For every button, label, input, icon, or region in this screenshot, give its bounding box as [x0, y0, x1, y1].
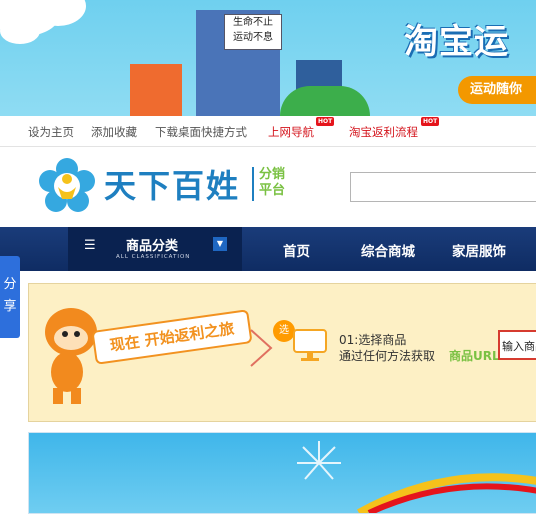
link-rebate-process[interactable]: 淘宝返利流程	[349, 124, 418, 140]
logo-subtitle-line: 平台	[259, 183, 286, 198]
search-input[interactable]	[350, 172, 536, 202]
logo-row: 天下百姓 分销 平台	[0, 147, 536, 227]
link-add-favorite[interactable]: 添加收藏	[91, 124, 137, 140]
nav-item-home-apparel[interactable]: 家居服饰	[452, 240, 506, 260]
logo-divider	[252, 167, 254, 201]
banner-sign-line: 运动不息	[233, 32, 273, 43]
hot-badge: HOT	[421, 117, 440, 126]
bottom-banner[interactable]	[28, 432, 536, 514]
link-set-homepage[interactable]: 设为主页	[28, 124, 74, 140]
banner-sign: 生命不止 运动不息	[224, 14, 282, 50]
chevron-down-icon: ▼	[213, 237, 227, 251]
top-links-bar: 设为主页 添加收藏 下载桌面快捷方式 上网导航 HOT 淘宝返利流程 HOT	[0, 116, 536, 147]
tree-illustration	[280, 86, 370, 116]
banner-sign-line: 生命不止	[233, 17, 273, 28]
monitor-icon	[293, 329, 327, 361]
banner-subtitle: 运动随你	[458, 76, 536, 104]
mascot-illustration	[45, 308, 97, 404]
logo-name[interactable]: 天下百姓	[104, 161, 240, 207]
step-title: 01:选择商品	[339, 333, 407, 347]
start-journey-label: 现在 开始返利之旅	[91, 309, 253, 365]
product-url-input[interactable]: 输入商品	[498, 330, 536, 360]
link-rebate-process-label: 淘宝返利流程	[349, 125, 418, 139]
top-banner[interactable]: 生命不止 运动不息 淘宝运 运动随你	[0, 0, 536, 116]
step-url-label: 商品URL	[449, 349, 500, 363]
fireworks-illustration	[297, 441, 536, 513]
list-icon: ☰	[84, 238, 96, 253]
nav-item-mall[interactable]: 综合商城	[361, 240, 415, 260]
link-download-shortcut[interactable]: 下载桌面快捷方式	[155, 124, 247, 140]
category-label: 商品分类	[126, 239, 179, 254]
link-web-nav[interactable]: 上网导航	[268, 124, 314, 140]
category-menu-button[interactable]: ☰ 商品分类 ALL CLASSIFICATION ▼	[68, 227, 242, 271]
category-sublabel: ALL CLASSIFICATION	[116, 254, 191, 260]
hot-badge: HOT	[316, 117, 335, 126]
link-web-nav-label: 上网导航	[268, 125, 314, 139]
chevron-right-icon	[250, 329, 273, 367]
logo-icon[interactable]	[38, 157, 96, 215]
share-tab[interactable]: 分享	[0, 256, 20, 338]
cloud-decoration	[0, 18, 40, 44]
logo-subtitle-line: 分销	[259, 167, 286, 182]
logo-subtitle: 分销 平台	[259, 167, 291, 199]
rebate-step-card: 现在 开始返利之旅 选 01:选择商品 通过任何方法获取 商品URL 输入商品	[28, 283, 536, 422]
nav-item-home[interactable]: 首页	[283, 240, 310, 260]
building-illustration	[130, 64, 182, 116]
banner-title: 淘宝运	[404, 22, 509, 62]
main-nav: ☰ 商品分类 ALL CLASSIFICATION ▼ 首页 综合商城 家居服饰	[0, 227, 536, 271]
step-description: 通过任何方法获取	[339, 349, 436, 363]
